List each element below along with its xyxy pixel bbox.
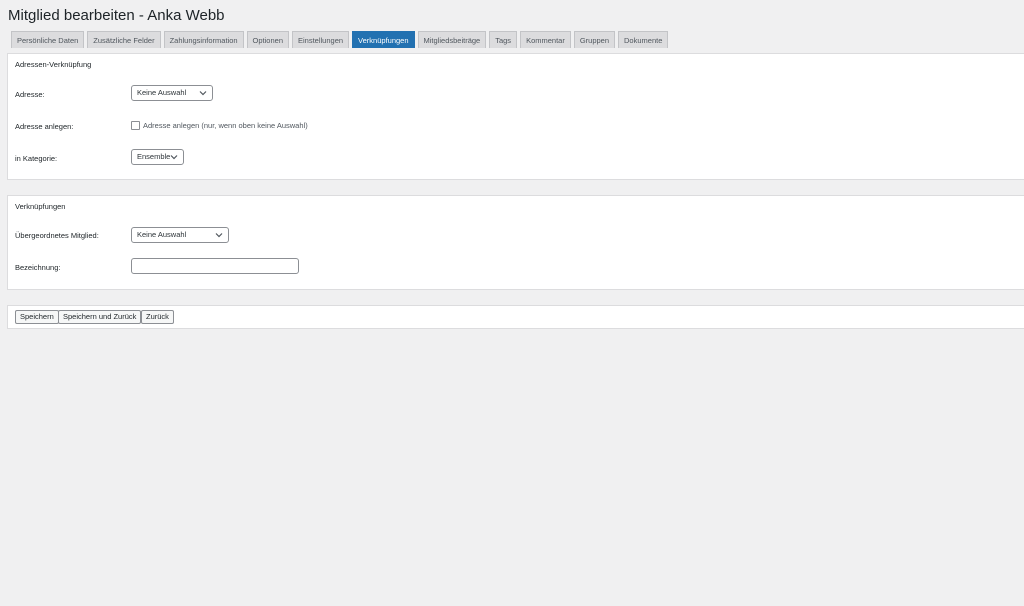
address-select-value: Keine Auswahl: [137, 88, 187, 97]
back-button[interactable]: Zurück: [141, 310, 174, 324]
actions-panel: Speichern Speichern und Zurück Zurück: [7, 305, 1024, 329]
category-label: in Kategorie:: [15, 154, 58, 163]
address-label: Adresse:: [15, 90, 45, 99]
address-link-title: Adressen-Verknüpfung: [15, 60, 92, 69]
tab-optionen[interactable]: Optionen: [246, 31, 289, 48]
tab-kommentar[interactable]: Kommentar: [520, 31, 571, 48]
tab-gruppen[interactable]: Gruppen: [573, 31, 616, 48]
links-title: Verknüpfungen: [15, 202, 66, 211]
links-panel: Verknüpfungen Übergeordnetes Mitglied: K…: [7, 195, 1024, 290]
designation-label: Bezeichnung:: [15, 263, 61, 272]
chevron-down-icon: [215, 233, 223, 238]
tab-tags[interactable]: Tags: [489, 31, 518, 48]
parent-member-label: Übergeordnetes Mitglied:: [15, 231, 99, 240]
tab-bar: Persönliche Daten Zusätzliche Felder Zah…: [11, 31, 669, 48]
address-select[interactable]: Keine Auswahl: [131, 85, 213, 101]
tab-verknuepfungen[interactable]: Verknüpfungen: [352, 31, 415, 48]
save-button[interactable]: Speichern: [15, 310, 59, 324]
chevron-down-icon: [199, 91, 207, 96]
create-address-checkbox-text: Adresse anlegen (nur, wenn oben keine Au…: [143, 121, 308, 130]
save-and-back-button[interactable]: Speichern und Zurück: [58, 310, 142, 324]
tab-einstellungen[interactable]: Einstellungen: [292, 31, 350, 48]
category-select-value: Ensemble: [137, 152, 171, 161]
tab-zusaetzliche-felder[interactable]: Zusätzliche Felder: [87, 31, 161, 48]
address-link-panel: Adressen-Verknüpfung Adresse: Keine Ausw…: [7, 53, 1024, 180]
parent-member-select-value: Keine Auswahl: [137, 230, 187, 239]
parent-member-select[interactable]: Keine Auswahl: [131, 227, 229, 243]
create-address-label: Adresse anlegen:: [15, 122, 74, 131]
designation-input[interactable]: [131, 258, 299, 274]
page-title: Mitglied bearbeiten - Anka Webb: [8, 7, 225, 24]
chevron-down-icon: [170, 155, 178, 160]
tab-zahlungsinformation[interactable]: Zahlungsinformation: [163, 31, 244, 48]
tab-mitgliedsbeitraege[interactable]: Mitgliedsbeiträge: [417, 31, 487, 48]
create-address-checkbox[interactable]: [131, 121, 140, 130]
create-address-row: Adresse anlegen (nur, wenn oben keine Au…: [131, 121, 308, 130]
tab-dokumente[interactable]: Dokumente: [618, 31, 669, 48]
category-select[interactable]: Ensemble: [131, 149, 184, 165]
tab-persoenliche-daten[interactable]: Persönliche Daten: [11, 31, 85, 48]
